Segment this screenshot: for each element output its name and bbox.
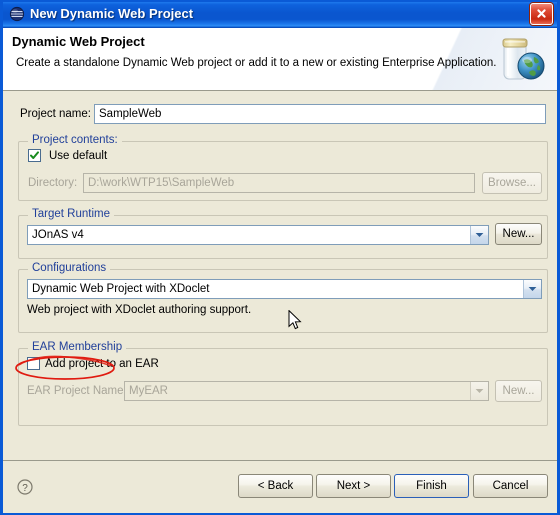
back-button[interactable]: < Back <box>238 474 313 498</box>
use-default-checkbox[interactable] <box>28 149 41 162</box>
add-to-ear-checkbox[interactable] <box>27 357 40 370</box>
wizard-header: Dynamic Web Project Create a standalone … <box>3 28 557 91</box>
chevron-down-icon[interactable] <box>470 226 488 244</box>
svg-text:?: ? <box>22 483 28 494</box>
configurations-description: Web project with XDoclet authoring suppo… <box>27 304 252 316</box>
configurations-value: Dynamic Web Project with XDoclet <box>32 283 210 295</box>
eclipse-sphere-icon <box>9 6 25 22</box>
target-runtime-legend: Target Runtime <box>28 208 114 220</box>
ear-membership-legend: EAR Membership <box>28 341 127 353</box>
use-default-checkbox-row[interactable]: Use default <box>28 149 107 162</box>
wizard-body: Project name: SampleWeb Project contents… <box>3 91 557 460</box>
next-button[interactable]: Next > <box>316 474 391 498</box>
dialog-footer: ? < Back Next > Finish Cancel <box>3 460 557 513</box>
use-default-label: Use default <box>49 149 108 162</box>
configurations-combo[interactable]: Dynamic Web Project with XDoclet <box>27 279 542 299</box>
dialog-window: New Dynamic Web Project Dynamic Web Proj… <box>0 0 560 515</box>
finish-button[interactable]: Finish <box>394 474 469 498</box>
cancel-button[interactable]: Cancel <box>473 474 548 498</box>
configurations-legend: Configurations <box>28 262 111 274</box>
chevron-down-icon <box>470 382 488 400</box>
project-contents-legend: Project contents: <box>28 134 122 146</box>
directory-input: D:\work\WTP15\SampleWeb <box>83 173 475 193</box>
page-title: Dynamic Web Project <box>12 34 145 49</box>
add-to-ear-label: Add project to an EAR <box>45 357 159 370</box>
jar-with-globe-icon <box>491 32 549 87</box>
page-description: Create a standalone Dynamic Web project … <box>16 57 497 69</box>
target-runtime-value: JOnAS v4 <box>32 229 84 241</box>
target-runtime-combo[interactable]: JOnAS v4 <box>27 225 489 245</box>
browse-button: Browse... <box>482 172 542 194</box>
ear-project-name-value: MyEAR <box>129 385 168 397</box>
target-runtime-new-button[interactable]: New... <box>495 223 542 245</box>
chevron-down-icon[interactable] <box>523 280 541 298</box>
project-name-label: Project name: <box>20 108 91 120</box>
project-name-input[interactable]: SampleWeb <box>94 104 546 124</box>
directory-label: Directory: <box>28 177 78 189</box>
question-mark-icon[interactable]: ? <box>17 479 33 495</box>
title-bar[interactable]: New Dynamic Web Project <box>3 0 557 28</box>
ear-project-name-combo: MyEAR <box>124 381 489 401</box>
ear-new-button: New... <box>495 380 542 402</box>
close-button[interactable] <box>530 2 553 25</box>
window-title: New Dynamic Web Project <box>30 6 194 21</box>
ear-project-name-label: EAR Project Name: <box>27 385 127 397</box>
add-to-ear-checkbox-row[interactable]: Add project to an EAR <box>27 357 159 370</box>
